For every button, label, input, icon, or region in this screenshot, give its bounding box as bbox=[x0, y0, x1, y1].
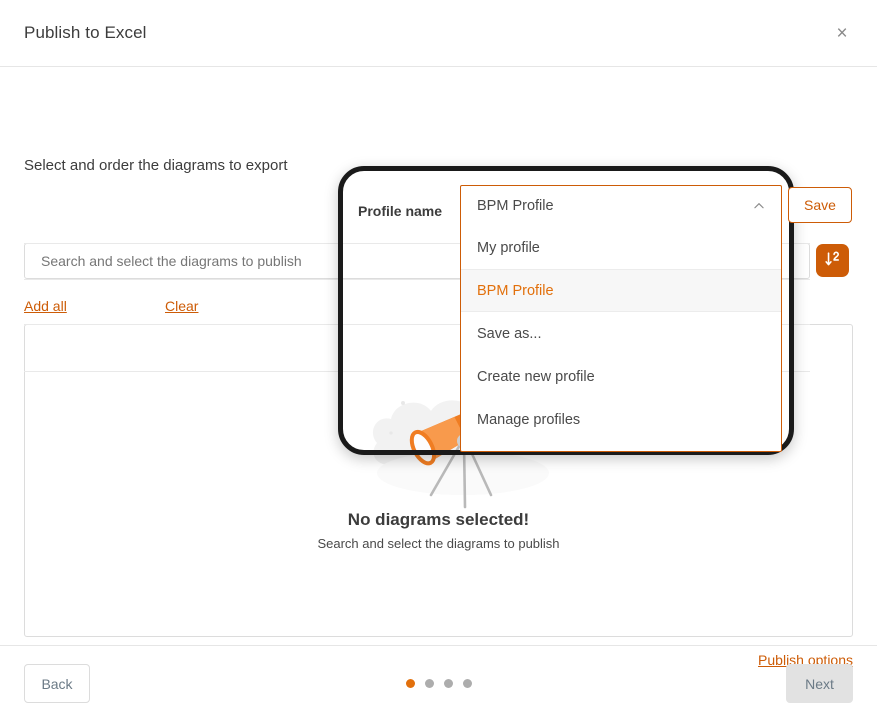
profile-name-dropdown[interactable]: BPM Profile My profile BPM Profile Save … bbox=[460, 185, 782, 452]
dialog-footer: Back Next bbox=[0, 645, 877, 721]
dropdown-item-create-new-profile[interactable]: Create new profile bbox=[461, 355, 781, 398]
chevron-up-icon[interactable] bbox=[751, 198, 767, 214]
add-all-link[interactable]: Add all bbox=[24, 298, 67, 314]
profile-name-label: Profile name bbox=[358, 203, 443, 219]
empty-state: No diagrams selected! Search and select … bbox=[25, 510, 852, 551]
empty-state-subtitle: Search and select the diagrams to publis… bbox=[317, 536, 560, 551]
section-title: Select and order the diagrams to export bbox=[24, 157, 288, 174]
step-indicator bbox=[0, 679, 877, 688]
publish-to-excel-dialog: Publish to Excel × Select and order the … bbox=[0, 0, 877, 721]
dropdown-item-save-as[interactable]: Save as... bbox=[461, 312, 781, 355]
dropdown-item-bpm-profile[interactable]: BPM Profile bbox=[461, 269, 781, 312]
back-button[interactable]: Back bbox=[24, 664, 90, 703]
list-action-links: Add all Clear bbox=[24, 298, 324, 316]
close-icon[interactable]: × bbox=[829, 20, 855, 46]
step-dot-1[interactable] bbox=[405, 679, 415, 688]
step-dot-3[interactable] bbox=[443, 679, 453, 688]
step-dot-4[interactable] bbox=[462, 679, 472, 688]
clear-link[interactable]: Clear bbox=[165, 298, 198, 314]
empty-state-title: No diagrams selected! bbox=[347, 510, 530, 529]
dialog-body: Select and order the diagrams to export … bbox=[0, 67, 877, 668]
sort-descending-icon bbox=[823, 250, 842, 272]
sort-descending-button[interactable] bbox=[816, 244, 849, 277]
step-dot-2[interactable] bbox=[424, 679, 434, 688]
page-title: Publish to Excel bbox=[24, 23, 147, 42]
dropdown-item-my-profile[interactable]: My profile bbox=[461, 226, 781, 269]
profile-dropdown-toggle[interactable]: BPM Profile bbox=[461, 186, 781, 226]
save-profile-button[interactable]: Save bbox=[788, 187, 852, 223]
profile-dropdown-value: BPM Profile bbox=[477, 198, 554, 214]
dropdown-item-manage-profiles[interactable]: Manage profiles bbox=[461, 398, 781, 441]
dialog-header: Publish to Excel × bbox=[0, 0, 877, 67]
profile-dropdown-menu: My profile BPM Profile Save as... Create… bbox=[461, 226, 781, 451]
next-button[interactable]: Next bbox=[786, 664, 853, 703]
